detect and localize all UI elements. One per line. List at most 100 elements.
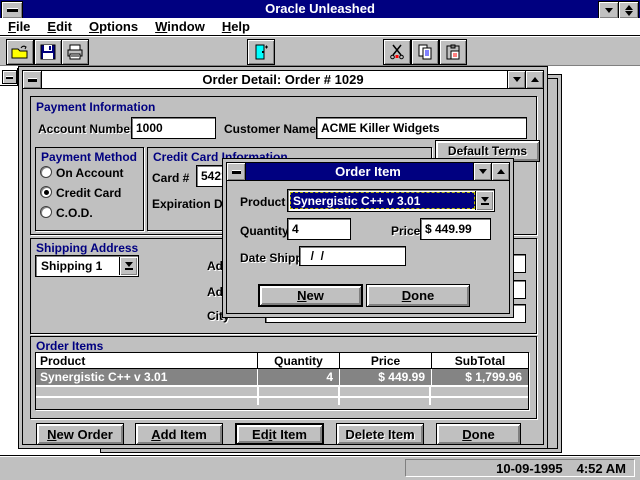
- date-shipped-field[interactable]: / /: [299, 246, 406, 266]
- order-item-content: Product Synergistic C++ v 3.01 Quantity …: [227, 181, 509, 313]
- radio-on-account-label: On Account: [56, 166, 124, 180]
- order-items-table: Product Quantity Price SubTotal Synergis…: [35, 352, 529, 410]
- shipping-address-combo[interactable]: Shipping 1: [35, 255, 139, 277]
- radio-cod-label: C.O.D.: [56, 206, 93, 220]
- system-menu-dash-icon: [6, 76, 13, 79]
- order-item-maximize-button[interactable]: [491, 163, 509, 180]
- new-order-button[interactable]: New Order: [36, 423, 124, 445]
- paste-button[interactable]: [439, 39, 467, 65]
- menu-help[interactable]: Help: [222, 19, 250, 34]
- exit-door-icon: [253, 44, 269, 60]
- paste-clipboard-icon: [445, 44, 461, 60]
- edit-item-button[interactable]: Edit Item: [235, 423, 324, 445]
- save-button[interactable]: [34, 39, 62, 65]
- product-value: Synergistic C++ v 3.01: [290, 192, 475, 209]
- minimize-arrow-icon: [605, 8, 613, 13]
- app-title-bar: Oracle Unleashed: [0, 0, 640, 18]
- menu-window[interactable]: Window: [155, 19, 205, 34]
- price-label: Price: [391, 224, 420, 238]
- exit-button[interactable]: [247, 39, 275, 65]
- cell-product: Synergistic C++ v 3.01: [36, 369, 257, 385]
- column-header-price: Price: [339, 353, 431, 368]
- order-item-minimize-button[interactable]: [473, 163, 491, 180]
- print-button[interactable]: [61, 39, 89, 65]
- product-combo-dropdown-button[interactable]: [475, 191, 493, 210]
- status-date: 10-09-1995: [496, 461, 563, 476]
- cell-price: $ 449.99: [339, 369, 431, 385]
- payment-information-label: Payment Information: [36, 100, 155, 114]
- product-label: Product: [240, 195, 285, 209]
- printer-icon: [67, 44, 83, 60]
- status-bar: 10-09-1995 4:52 AM: [0, 455, 640, 480]
- system-menu-dash-icon: [28, 78, 37, 82]
- app-restore-button[interactable]: [618, 1, 639, 19]
- shipping-address-label: Shipping Address: [36, 241, 138, 255]
- column-header-product: Product: [36, 353, 257, 368]
- restore-down-arrow-icon: [625, 11, 633, 16]
- radio-credit-card-label: Credit Card: [56, 186, 121, 200]
- shipping-combo-dropdown-button[interactable]: [119, 257, 137, 275]
- order-detail-maximize-button[interactable]: [525, 71, 543, 88]
- order-detail-system-menu-button[interactable]: [23, 71, 42, 88]
- done-button[interactable]: Done: [436, 423, 521, 445]
- maximize-arrow-icon: [497, 169, 505, 174]
- maximize-arrow-icon: [531, 77, 539, 82]
- column-header-quantity: Quantity: [257, 353, 339, 368]
- save-floppy-icon: [40, 44, 56, 60]
- table-row-selected[interactable]: Synergistic C++ v 3.01 4 $ 449.99 $ 1,79…: [36, 369, 528, 385]
- order-item-system-menu-button[interactable]: [227, 163, 246, 180]
- quantity-label: Quantity: [240, 224, 289, 238]
- toolbar: [0, 37, 640, 66]
- cut-button[interactable]: [383, 39, 411, 65]
- background-window-system-menu-button[interactable]: [2, 70, 17, 84]
- delete-item-button: Delete Item: [336, 423, 424, 445]
- app-minimize-button[interactable]: [598, 1, 619, 19]
- minimize-arrow-icon: [513, 77, 521, 82]
- column-header-subtotal: SubTotal: [431, 353, 528, 368]
- menu-file[interactable]: File: [8, 19, 30, 34]
- status-datetime-panel: 10-09-1995 4:52 AM: [405, 459, 635, 477]
- price-field[interactable]: $ 449.99: [420, 218, 491, 240]
- order-item-title: Order Item: [227, 164, 509, 179]
- combo-arrow-icon: [125, 262, 133, 267]
- order-item-dialog: Order Item Product Synergistic C++ v 3.0…: [222, 158, 514, 318]
- shipping-address-value: Shipping 1: [38, 258, 119, 274]
- system-menu-dash-icon: [232, 170, 241, 174]
- order-detail-minimize-button[interactable]: [507, 71, 525, 88]
- combo-arrow-icon: [481, 197, 489, 202]
- menu-bar: File Edit Options Window Help: [0, 18, 640, 36]
- dialog-new-button[interactable]: New: [258, 284, 363, 307]
- radio-credit-card[interactable]: [40, 186, 52, 198]
- menu-options[interactable]: Options: [89, 19, 138, 34]
- table-row-empty[interactable]: [36, 385, 528, 396]
- app-title: Oracle Unleashed: [0, 1, 640, 16]
- card-number-label: Card #: [152, 171, 189, 185]
- minimize-arrow-icon: [479, 169, 487, 174]
- table-row-empty[interactable]: [36, 396, 528, 405]
- open-button[interactable]: [6, 39, 34, 65]
- menu-edit[interactable]: Edit: [47, 19, 72, 34]
- background-window-titlebar-fragment: [0, 68, 18, 86]
- order-detail-title: Order Detail: Order # 1029: [23, 72, 543, 87]
- account-number-label: Account Number: [38, 122, 135, 136]
- table-header-row: Product Quantity Price SubTotal: [36, 353, 528, 369]
- radio-cod[interactable]: [40, 206, 52, 218]
- restore-up-arrow-icon: [625, 5, 633, 10]
- product-combo[interactable]: Synergistic C++ v 3.01: [287, 189, 495, 212]
- cell-subtotal: $ 1,799.96: [431, 369, 528, 385]
- order-item-title-bar: Order Item: [227, 163, 509, 181]
- cell-quantity: 4: [257, 369, 339, 385]
- account-number-field[interactable]: 1000: [131, 117, 216, 139]
- add-item-button[interactable]: Add Item: [135, 423, 223, 445]
- combo-bar-icon: [481, 203, 489, 205]
- copy-button[interactable]: [411, 39, 439, 65]
- radio-on-account[interactable]: [40, 166, 52, 178]
- order-detail-title-bar: Order Detail: Order # 1029: [23, 71, 543, 89]
- order-items-label: Order Items: [36, 339, 103, 353]
- quantity-field[interactable]: 4: [287, 218, 351, 240]
- copy-icon: [417, 44, 433, 60]
- dialog-done-button[interactable]: Done: [366, 284, 470, 307]
- cut-scissors-icon: [389, 44, 405, 60]
- customer-name-label: Customer Name: [224, 122, 316, 136]
- customer-name-field[interactable]: ACME Killer Widgets: [316, 117, 527, 139]
